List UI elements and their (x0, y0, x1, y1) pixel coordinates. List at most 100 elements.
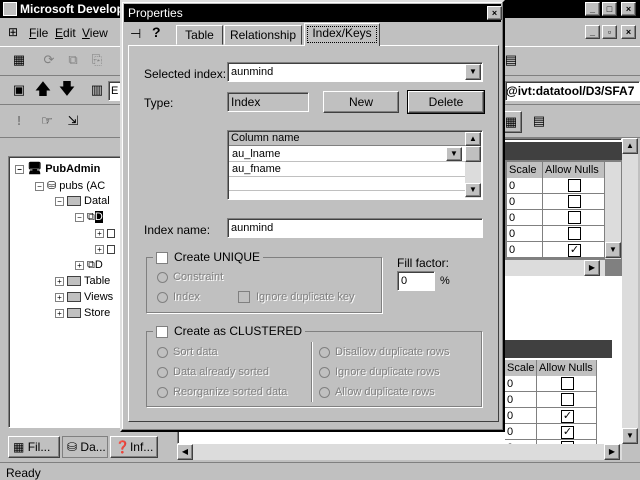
ignore-duplicate-key-checkbox[interactable]: Ignore duplicate key (238, 291, 354, 304)
up-arrow-icon[interactable]: 🡅 (32, 80, 54, 102)
index-radio[interactable]: Index (157, 291, 200, 303)
menu-edit[interactable]: Edit (55, 26, 76, 40)
dialog-close-icon[interactable]: × (487, 6, 502, 20)
tree-item-stored[interactable]: + Store (55, 307, 110, 319)
ignore-duplicate-rows-radio[interactable]: Ignore duplicate rows (319, 366, 440, 378)
grid-top-allow-nulls-cell[interactable] (543, 178, 605, 194)
exclamation-icon[interactable]: ! (8, 111, 30, 133)
column-row-0[interactable]: au_lname (229, 147, 465, 162)
main-scroll-left[interactable]: ◀ (177, 444, 193, 460)
grid-top-allow-nulls-cell[interactable] (543, 210, 605, 226)
selected-index-dropdown-icon[interactable]: ▼ (465, 64, 481, 80)
unchecked-checkbox-icon[interactable] (561, 377, 574, 390)
grid-bottom-scale-cell[interactable]: 0 (505, 376, 537, 392)
tab-file[interactable]: ▦ Fil... (8, 436, 60, 458)
delete-button[interactable]: Delete (407, 90, 485, 114)
help-icon[interactable]: ? (152, 24, 161, 40)
grid-top-allow-nulls-cell[interactable] (543, 226, 605, 242)
column-list-scroll-thumb[interactable] (465, 146, 481, 162)
grid-top-allow-nulls-cell[interactable]: ✓ (543, 242, 605, 258)
checked-checkbox-icon[interactable]: ✓ (561, 410, 574, 423)
grid-bottom-scale-cell[interactable]: 0 (505, 392, 537, 408)
unchecked-checkbox-icon[interactable] (568, 211, 581, 224)
data-already-sorted-radio[interactable]: Data already sorted (157, 366, 269, 378)
tree-item-d2[interactable]: + ⧉D (75, 259, 103, 272)
paste-icon[interactable]: ⎘ (86, 50, 108, 72)
create-clustered-checkbox[interactable]: Create as CLUSTERED (153, 324, 306, 338)
properties-icon[interactable]: ▣ (8, 80, 30, 102)
tab-table[interactable]: Table (176, 25, 223, 45)
table-props-icon[interactable]: ▤ (528, 111, 550, 133)
index-name-input[interactable]: aunmind (227, 218, 483, 238)
copy-icon[interactable]: ⧉ (62, 50, 84, 72)
column-row-1[interactable]: au_fname (229, 162, 465, 177)
pin-icon[interactable]: ⊣ (130, 26, 141, 42)
hand-icon[interactable]: ☞ (36, 111, 58, 133)
tab-data[interactable]: ⛁ Da... (62, 436, 108, 458)
tree-item-d1[interactable]: − ⧉D (75, 211, 103, 224)
grid-top-scale-cell[interactable]: 0 (507, 242, 543, 258)
grid-top-scale-cell[interactable]: 0 (507, 194, 543, 210)
unchecked-checkbox-icon[interactable] (568, 227, 581, 240)
child-restore-icon[interactable]: ▫ (602, 25, 617, 39)
pointer-icon[interactable]: ⇲ (62, 111, 84, 133)
grid-top-scale-cell[interactable]: 0 (507, 210, 543, 226)
tree-item-pubs[interactable]: − ⛁ pubs (AC (35, 179, 105, 192)
tree-item-sub2[interactable]: + (95, 243, 118, 255)
down-arrow-icon[interactable]: 🡇 (56, 80, 78, 102)
main-vscroll[interactable] (622, 138, 638, 444)
grid-bottom-allow-nulls-cell[interactable]: ✓ (537, 424, 597, 440)
tree-item-sub1[interactable]: + (95, 227, 118, 239)
maximize-icon[interactable]: □ (602, 2, 617, 16)
grid-bottom-allow-nulls-cell[interactable] (537, 376, 597, 392)
allow-duplicate-rows-radio[interactable]: Allow duplicate rows (319, 386, 435, 398)
sort-data-radio[interactable]: Sort data (157, 346, 218, 358)
view-icon[interactable]: ▥ (86, 80, 108, 102)
main-scroll-down[interactable]: ▼ (622, 428, 638, 444)
grid-top-scale-cell[interactable]: 0 (507, 226, 543, 242)
grid-top-scroll-down[interactable]: ▼ (605, 242, 621, 258)
tab-info[interactable]: ❓Inf... (110, 436, 158, 458)
refresh-icon[interactable]: ⟳ (38, 50, 60, 72)
grid-bottom-scale-cell[interactable]: 0 (505, 408, 537, 424)
column-list-scroll-up[interactable]: ▲ (465, 132, 481, 146)
grid-bottom-allow-nulls-cell[interactable]: ✓ (537, 408, 597, 424)
disallow-duplicate-rows-radio[interactable]: Disallow duplicate rows (319, 346, 449, 358)
selected-index-select[interactable]: aunmind (227, 62, 483, 82)
child-minimize-icon[interactable]: _ (585, 25, 600, 39)
grid-top-allow-nulls-cell[interactable] (543, 194, 605, 210)
constraint-radio[interactable]: Constraint (157, 271, 223, 283)
tree-item-tables[interactable]: + Table (55, 275, 110, 287)
connection-box[interactable]: @ivt:datatool/D3/SFA7 (505, 81, 640, 101)
save-icon[interactable]: ▦ (8, 50, 30, 72)
grid-bottom-scale-cell[interactable]: 0 (505, 424, 537, 440)
minimize-icon[interactable]: _ (585, 2, 600, 16)
tab-relationship[interactable]: Relationship (224, 25, 302, 45)
unchecked-checkbox-icon[interactable] (568, 179, 581, 192)
grid-top-scroll-right[interactable]: ▶ (584, 260, 600, 276)
column-row-dropdown-icon[interactable]: ▼ (446, 147, 462, 161)
tab-index-keys[interactable]: Index/Keys (304, 23, 380, 46)
main-scroll-right[interactable]: ▶ (604, 444, 620, 460)
close-icon[interactable]: × (621, 2, 636, 16)
create-unique-checkbox[interactable]: Create UNIQUE (153, 250, 264, 264)
main-scroll-up[interactable]: ▲ (622, 138, 638, 154)
main-hscroll[interactable] (177, 444, 622, 460)
grid-top-scale-cell[interactable]: 0 (507, 178, 543, 194)
checked-checkbox-icon[interactable]: ✓ (561, 426, 574, 439)
unchecked-checkbox-icon[interactable] (561, 393, 574, 406)
new-button[interactable]: New (323, 91, 399, 113)
menu-file[interactable]: File (29, 26, 48, 40)
checked-checkbox-icon[interactable]: ✓ (568, 244, 581, 257)
reorganize-sorted-data-radio[interactable]: Reorganize sorted data (157, 386, 287, 398)
fill-factor-input[interactable]: 0 (397, 271, 435, 291)
tree-item-datal[interactable]: − Datal (55, 195, 110, 207)
unchecked-checkbox-icon[interactable] (568, 195, 581, 208)
column-list-scroll-down[interactable]: ▼ (465, 183, 481, 197)
tree-item-views[interactable]: + Views (55, 291, 113, 303)
menu-view[interactable]: View (82, 26, 108, 40)
grid-bottom-allow-nulls-cell[interactable] (537, 392, 597, 408)
child-close-icon[interactable]: × (621, 25, 636, 39)
tree-item-pubadmin[interactable]: − 🖥 PubAdmin (15, 161, 100, 175)
column-row-2[interactable] (229, 177, 465, 191)
